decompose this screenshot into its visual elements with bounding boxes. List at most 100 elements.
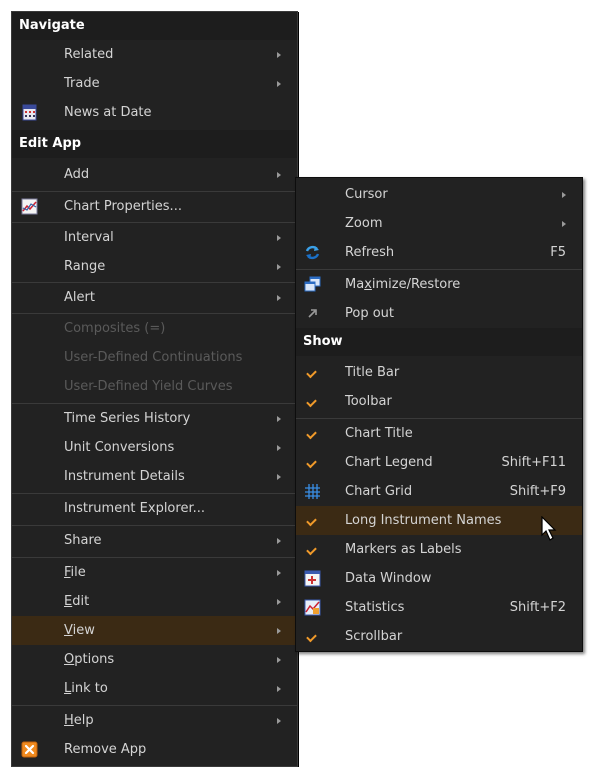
mnemonic: V bbox=[64, 623, 73, 638]
refresh-icon bbox=[305, 245, 320, 260]
menu-item-toolbar[interactable]: Toolbar bbox=[296, 387, 582, 416]
grid-icon bbox=[305, 484, 320, 499]
menu-item-chart-legend[interactable]: Chart Legend Shift+F11 bbox=[296, 448, 582, 477]
menu-item-edit[interactable]: Edit bbox=[12, 587, 297, 616]
menu-item-scrollbar[interactable]: Scrollbar bbox=[296, 622, 582, 651]
menu-item-maximize-restore[interactable]: Maximize/Restore bbox=[296, 270, 582, 299]
mnemonic: x bbox=[364, 277, 372, 292]
menu-item-long-instrument-names[interactable]: Long Instrument Names bbox=[296, 506, 582, 535]
menu-item-label: Markers as Labels bbox=[345, 542, 462, 557]
show-header: Show bbox=[296, 328, 582, 356]
calculator-icon bbox=[22, 104, 37, 121]
menu-item-share[interactable]: Share bbox=[12, 526, 297, 555]
menu-item-time-series-history[interactable]: Time Series History bbox=[12, 404, 297, 433]
submenu-arrow-icon bbox=[277, 686, 281, 692]
menu-item-range[interactable]: Range bbox=[12, 252, 297, 281]
submenu-arrow-icon bbox=[562, 192, 566, 198]
cursor-pointer-icon bbox=[541, 516, 557, 541]
menu-item-markers-as-labels[interactable]: Markers as Labels bbox=[296, 535, 582, 564]
menu-item-view[interactable]: View bbox=[12, 616, 297, 645]
edit-app-header: Edit App bbox=[12, 130, 297, 158]
submenu-arrow-icon bbox=[277, 538, 281, 544]
navigate-header: Navigate bbox=[12, 12, 297, 40]
menu-item-chart-title[interactable]: Chart Title bbox=[296, 419, 582, 448]
menu-item-label: Remove App bbox=[64, 742, 147, 757]
menu-item-chart-grid[interactable]: Chart Grid Shift+F9 bbox=[296, 477, 582, 506]
menu-item-composites: Composites (=) bbox=[12, 314, 297, 343]
menu-item-label: Alert bbox=[64, 290, 95, 305]
label-rest: imize/Restore bbox=[371, 277, 461, 292]
submenu-arrow-icon bbox=[277, 172, 281, 178]
menu-item-chart-properties[interactable]: Chart Properties... bbox=[12, 192, 297, 221]
label-rest: ile bbox=[70, 565, 86, 580]
menu-item-news-at-date[interactable]: News at Date bbox=[12, 98, 297, 127]
menu-item-add[interactable]: Add bbox=[12, 160, 297, 189]
menu-item-label: Title Bar bbox=[345, 365, 400, 380]
menu-item-title-bar[interactable]: Title Bar bbox=[296, 358, 582, 387]
maximize-restore-icon bbox=[304, 276, 321, 292]
view-submenu: Cursor Zoom Refresh F5 Maximize/Restore … bbox=[295, 177, 583, 652]
menu-item-trade[interactable]: Trade bbox=[12, 69, 297, 98]
menu-item-interval[interactable]: Interval bbox=[12, 223, 297, 252]
checkmark-icon bbox=[306, 367, 317, 379]
main-context-menu: Navigate Related Trade News at Date Edit… bbox=[11, 11, 298, 767]
menu-item-label: Composites (=) bbox=[64, 321, 166, 336]
mnemonic: H bbox=[64, 713, 74, 728]
submenu-arrow-icon bbox=[277, 599, 281, 605]
menu-item-label: Share bbox=[64, 533, 102, 548]
label-start: Ma bbox=[345, 277, 365, 292]
menu-item-remove-app[interactable]: Remove App bbox=[12, 735, 297, 764]
submenu-arrow-icon bbox=[277, 474, 281, 480]
menu-item-label: Options bbox=[64, 645, 114, 674]
menu-item-pop-out[interactable]: Pop out bbox=[296, 299, 582, 328]
submenu-arrow-icon bbox=[562, 221, 566, 227]
menu-item-options[interactable]: Options bbox=[12, 645, 297, 674]
menu-item-label: Related bbox=[64, 47, 114, 62]
menu-item-label: Refresh bbox=[345, 245, 395, 260]
menu-item-label: Cursor bbox=[345, 187, 388, 202]
menu-item-label: Pop out bbox=[345, 306, 395, 321]
menu-item-statistics[interactable]: Statistics Shift+F2 bbox=[296, 593, 582, 622]
menu-item-user-defined-continuations: User-Defined Continuations bbox=[12, 343, 297, 372]
menu-item-zoom[interactable]: Zoom bbox=[296, 209, 582, 238]
menu-item-label: Zoom bbox=[345, 216, 383, 231]
data-window-icon bbox=[304, 570, 321, 587]
menu-item-instrument-explorer[interactable]: Instrument Explorer... bbox=[12, 494, 297, 523]
menu-item-label: Chart Grid bbox=[345, 484, 413, 499]
shortcut-label: Shift+F2 bbox=[509, 600, 566, 615]
submenu-arrow-icon bbox=[277, 570, 281, 576]
menu-item-file[interactable]: File bbox=[12, 558, 297, 587]
mnemonic: E bbox=[64, 594, 73, 609]
menu-item-user-defined-yield-curves: User-Defined Yield Curves bbox=[12, 372, 297, 401]
menu-item-label: File bbox=[64, 558, 86, 587]
checkmark-icon bbox=[306, 631, 317, 643]
submenu-arrow-icon bbox=[277, 657, 281, 663]
menu-item-link-to[interactable]: Link to bbox=[12, 674, 297, 703]
menu-item-cursor[interactable]: Cursor bbox=[296, 180, 582, 209]
menu-item-label: Add bbox=[64, 167, 90, 182]
submenu-arrow-icon bbox=[277, 416, 281, 422]
chart-properties-icon bbox=[21, 198, 38, 215]
menu-item-related[interactable]: Related bbox=[12, 40, 297, 69]
menu-item-label: Time Series History bbox=[64, 411, 191, 426]
menu-item-data-window[interactable]: Data Window bbox=[296, 564, 582, 593]
label-rest: elp bbox=[73, 713, 94, 728]
label-rest: dit bbox=[72, 594, 90, 609]
menu-item-label: Interval bbox=[64, 230, 114, 245]
menu-item-unit-conversions[interactable]: Unit Conversions bbox=[12, 433, 297, 462]
menu-item-label: Data Window bbox=[345, 571, 432, 586]
menu-item-label: Link to bbox=[64, 674, 108, 703]
menu-item-instrument-details[interactable]: Instrument Details bbox=[12, 462, 297, 491]
submenu-arrow-icon bbox=[277, 235, 281, 241]
menu-item-label: Scrollbar bbox=[345, 629, 403, 644]
menu-item-refresh[interactable]: Refresh F5 bbox=[296, 238, 582, 267]
menu-item-label: Edit bbox=[64, 587, 89, 616]
submenu-arrow-icon bbox=[277, 81, 281, 87]
label-rest: ink to bbox=[71, 681, 108, 696]
menu-item-label: News at Date bbox=[64, 105, 152, 120]
menu-item-label: Instrument Details bbox=[64, 469, 185, 484]
menu-item-alert[interactable]: Alert bbox=[12, 283, 297, 312]
menu-item-help[interactable]: Help bbox=[12, 706, 297, 735]
checkmark-icon bbox=[306, 515, 317, 527]
submenu-arrow-icon bbox=[277, 295, 281, 301]
